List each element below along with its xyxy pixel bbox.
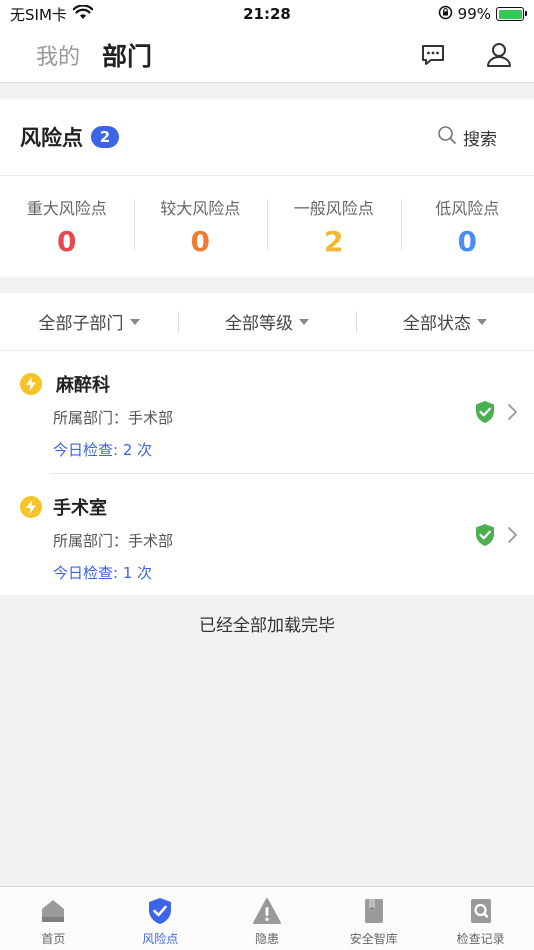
item-name: 麻醉科 <box>56 375 110 396</box>
stat-label: 低风险点 <box>435 199 500 218</box>
message-icon[interactable] <box>418 40 448 70</box>
carrier-text: 无SIM卡 <box>10 5 67 24</box>
chevron-right-icon <box>508 404 517 420</box>
nav-label: 隐患 <box>254 932 279 946</box>
stat-label: 较大风险点 <box>160 199 241 218</box>
list-item[interactable]: 麻醉科 所属部门：手术部 今日检查: 2 次 <box>0 351 534 473</box>
filter-label: 全部状态 <box>403 314 471 334</box>
filter-status[interactable]: 全部状态 <box>356 309 534 334</box>
item-dept: 所属部门：手术部 <box>53 532 174 550</box>
shield-check-icon <box>145 896 175 926</box>
shield-check-icon <box>476 401 494 423</box>
top-header: 我的 部门 <box>0 28 534 83</box>
risk-title-row: 风险点 2 搜索 <box>0 99 534 175</box>
battery-icon <box>496 7 527 21</box>
stat-large[interactable]: 较大风险点 0 <box>133 195 268 258</box>
stat-label: 一般风险点 <box>293 199 374 218</box>
risk-title: 风险点 <box>20 126 83 150</box>
nav-inspection-records[interactable]: 检查记录 <box>427 887 534 950</box>
item-check-count: 今日检查: 1 次 <box>53 564 153 582</box>
bolt-icon <box>20 373 42 395</box>
nav-label: 首页 <box>41 932 66 946</box>
bottom-nav: 首页 风险点 隐患 安全智库 检查记录 <box>0 886 534 950</box>
item-dept: 所属部门：手术部 <box>53 409 174 427</box>
filter-label: 全部等级 <box>225 314 293 334</box>
nav-risk-points[interactable]: 风险点 <box>107 887 214 950</box>
stat-general[interactable]: 一般风险点 2 <box>267 195 401 258</box>
nav-label: 风险点 <box>142 932 179 946</box>
header-actions <box>418 40 514 70</box>
shield-check-icon <box>476 524 494 546</box>
stat-major[interactable]: 重大风险点 0 <box>0 195 134 258</box>
warning-icon <box>252 896 282 926</box>
search-doc-icon <box>466 896 496 926</box>
nav-label: 安全智库 <box>349 932 398 946</box>
stat-value: 0 <box>457 225 477 258</box>
nav-hazards[interactable]: 隐患 <box>214 887 321 950</box>
nav-label: 检查记录 <box>456 932 505 946</box>
risk-summary-card: 风险点 2 搜索 重大风险点 0 较大风险点 0 一般风险点 2 低风险点 0 <box>0 99 534 277</box>
risk-stats: 重大风险点 0 较大风险点 0 一般风险点 2 低风险点 0 <box>0 176 534 277</box>
list-item[interactable]: 手术室 所属部门：手术部 今日检查: 1 次 <box>20 473 534 595</box>
tab-mine[interactable]: 我的 <box>36 39 80 71</box>
wifi-icon <box>72 3 94 24</box>
stat-value: 0 <box>57 225 77 258</box>
tab-dept[interactable]: 部门 <box>102 37 153 76</box>
filter-bar: 全部子部门 全部等级 全部状态 <box>0 293 534 351</box>
caret-down-icon <box>299 318 309 325</box>
caret-down-icon <box>477 318 487 325</box>
user-icon[interactable] <box>484 40 514 70</box>
filter-level[interactable]: 全部等级 <box>178 309 356 334</box>
chevron-right-icon <box>508 527 517 543</box>
caret-down-icon <box>129 318 140 325</box>
risk-count-badge: 2 <box>91 126 119 148</box>
status-bar: 无SIM卡 21:28 99% <box>0 0 534 28</box>
stat-label: 重大风险点 <box>26 199 107 218</box>
filter-label: 全部子部门 <box>38 314 124 334</box>
bolt-icon <box>20 496 42 518</box>
orientation-lock-icon <box>438 5 453 24</box>
search-icon <box>437 125 457 150</box>
risk-point-list: 麻醉科 所属部门：手术部 今日检查: 2 次 手术室 所属部门：手术部 今日检查… <box>0 351 534 595</box>
filter-sub-dept[interactable]: 全部子部门 <box>0 309 178 334</box>
status-right: 99% <box>438 5 527 24</box>
item-name: 手术室 <box>53 498 107 519</box>
search-button[interactable]: 搜索 <box>437 125 497 150</box>
book-icon <box>359 896 389 926</box>
stat-value: 2 <box>324 225 344 258</box>
list-end-text: 已经全部加载完毕 <box>199 616 335 636</box>
home-icon <box>38 896 68 926</box>
stat-low[interactable]: 低风险点 0 <box>400 195 534 258</box>
battery-percent: 99% <box>457 5 491 23</box>
nav-safety-library[interactable]: 安全智库 <box>320 887 427 950</box>
search-label: 搜索 <box>463 129 497 150</box>
nav-home[interactable]: 首页 <box>0 887 107 950</box>
stat-value: 0 <box>190 225 210 258</box>
status-left: 无SIM卡 <box>10 3 94 25</box>
item-check-count: 今日检查: 2 次 <box>53 441 153 459</box>
